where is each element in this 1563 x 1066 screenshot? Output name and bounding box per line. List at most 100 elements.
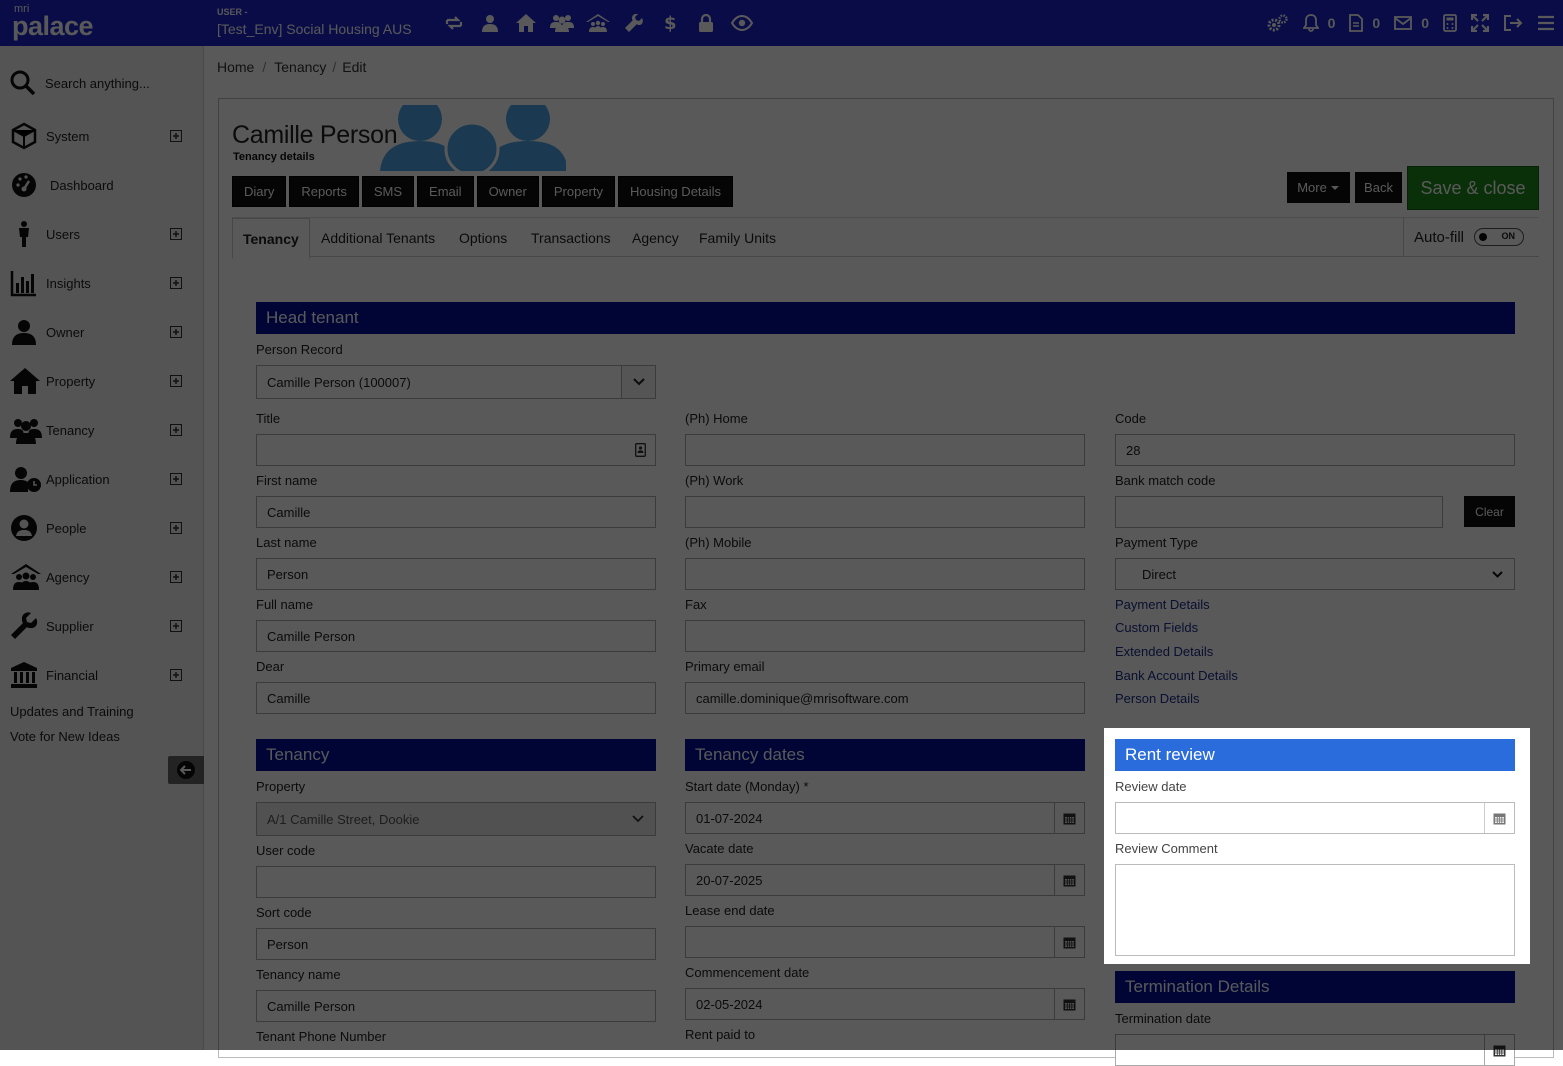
calendar-icon[interactable] <box>1484 1035 1514 1065</box>
tab-family-units[interactable]: Family Units <box>699 218 776 258</box>
person-details-link[interactable]: Person Details <box>1115 691 1200 706</box>
payment-details-link[interactable]: Payment Details <box>1115 597 1210 612</box>
extended-details-link[interactable]: Extended Details <box>1115 644 1213 659</box>
expand-plus-icon[interactable] <box>170 130 182 142</box>
people-group-icon[interactable] <box>544 11 580 35</box>
sidebar-item-system[interactable]: System <box>10 121 190 151</box>
sidebar-item-agency[interactable]: Agency <box>10 562 190 592</box>
custom-fields-link[interactable]: Custom Fields <box>1115 620 1198 635</box>
user-environment[interactable]: USER - [Test_Env] Social Housing AUS <box>217 6 427 40</box>
sidebar-item-tenancy[interactable]: Tenancy <box>10 415 190 445</box>
calculator-icon[interactable] <box>1443 11 1457 35</box>
expand-plus-icon[interactable] <box>170 424 182 436</box>
logout-icon[interactable] <box>1503 11 1523 35</box>
termination-date-input[interactable] <box>1115 1034 1515 1066</box>
expand-plus-icon[interactable] <box>170 473 182 485</box>
settings-gears-icon[interactable] <box>1267 11 1289 35</box>
review-date-input[interactable] <box>1115 802 1515 834</box>
commencement-date-input[interactable]: 02-05-2024 <box>685 988 1085 1020</box>
sms-button[interactable]: SMS <box>361 176 415 207</box>
sidebar-item-people[interactable]: People <box>10 513 190 543</box>
notifications-button[interactable]: 0 <box>1302 11 1335 35</box>
dear-input[interactable]: Camille <box>256 682 656 714</box>
sidebar-item-property[interactable]: Property <box>10 366 190 396</box>
dollar-icon[interactable]: $ <box>652 11 688 35</box>
title-input[interactable] <box>256 434 656 466</box>
expand-plus-icon[interactable] <box>170 277 182 289</box>
expand-plus-icon[interactable] <box>170 571 182 583</box>
code-input[interactable]: 28 <box>1115 434 1515 466</box>
chevron-down-icon[interactable] <box>621 366 655 398</box>
calendar-icon[interactable] <box>1484 803 1514 833</box>
expand-plus-icon[interactable] <box>170 326 182 338</box>
eye-icon[interactable] <box>724 11 760 35</box>
calendar-icon[interactable] <box>1054 865 1084 895</box>
sort-code-input[interactable]: Person <box>256 928 656 960</box>
autofill-toggle[interactable]: ON <box>1474 228 1525 246</box>
ph-work-input[interactable] <box>685 496 1085 528</box>
back-button[interactable]: Back <box>1355 172 1402 203</box>
diary-button[interactable]: Diary <box>232 176 287 207</box>
full-name-input[interactable]: Camille Person <box>256 620 656 652</box>
payment-type-select[interactable]: Direct <box>1115 558 1515 590</box>
agency-icon[interactable] <box>580 11 616 35</box>
calendar-icon[interactable] <box>1054 989 1084 1019</box>
swap-icon[interactable] <box>436 11 472 35</box>
documents-button[interactable]: 0 <box>1349 11 1380 35</box>
first-name-input[interactable]: Camille <box>256 496 656 528</box>
save-close-button[interactable]: Save & close <box>1407 166 1539 210</box>
clear-button[interactable]: Clear <box>1464 496 1515 527</box>
sidebar-item-application[interactable]: Application <box>10 464 190 494</box>
bank-account-details-link[interactable]: Bank Account Details <box>1115 668 1238 683</box>
person-record-select[interactable]: Camille Person (100007) <box>256 365 656 399</box>
breadcrumb-tenancy[interactable]: Tenancy <box>274 59 326 75</box>
wrench-icon[interactable] <box>616 11 652 35</box>
app-logo[interactable]: mri palace <box>12 4 102 42</box>
expand-plus-icon[interactable] <box>170 375 182 387</box>
sidebar-search[interactable]: Search anything... <box>10 70 150 96</box>
expand-plus-icon[interactable] <box>170 228 182 240</box>
fax-input[interactable] <box>685 620 1085 652</box>
email-button[interactable]: Email <box>417 176 474 207</box>
vote-ideas-link[interactable]: Vote for New Ideas <box>10 729 120 744</box>
calendar-icon[interactable] <box>1054 927 1084 957</box>
more-dropdown-button[interactable]: More <box>1287 172 1350 203</box>
breadcrumb-home[interactable]: Home <box>217 59 254 75</box>
contact-card-icon[interactable] <box>625 443 655 457</box>
user-code-input[interactable] <box>256 866 656 898</box>
home-icon[interactable] <box>508 11 544 35</box>
calendar-icon[interactable] <box>1054 803 1084 833</box>
primary-email-input[interactable]: camille.dominique@mrisoftware.com <box>685 682 1085 714</box>
vacate-date-input[interactable]: 20-07-2025 <box>685 864 1085 896</box>
messages-button[interactable]: 0 <box>1394 11 1429 35</box>
sidebar-item-supplier[interactable]: Supplier <box>10 611 190 641</box>
expand-icon[interactable] <box>1471 11 1489 35</box>
tab-options[interactable]: Options <box>459 218 507 258</box>
expand-plus-icon[interactable] <box>170 522 182 534</box>
updates-training-link[interactable]: Updates and Training <box>10 704 134 719</box>
property-button[interactable]: Property <box>541 176 615 207</box>
sidebar-item-owner[interactable]: Owner <box>10 317 190 347</box>
ph-mobile-input[interactable] <box>685 558 1085 590</box>
sidebar-item-insights[interactable]: Insights <box>10 268 190 298</box>
collapse-sidebar-button[interactable] <box>168 756 204 784</box>
sidebar-item-financial[interactable]: Financial <box>10 660 190 690</box>
review-comment-textarea[interactable] <box>1115 864 1515 956</box>
bank-match-code-input[interactable] <box>1115 496 1443 528</box>
lock-icon[interactable] <box>688 11 724 35</box>
expand-plus-icon[interactable] <box>170 669 182 681</box>
sidebar-item-dashboard[interactable]: Dashboard <box>10 170 190 200</box>
property-select[interactable]: A/1 Camille Street, Dookie <box>256 802 656 836</box>
reports-button[interactable]: Reports <box>289 176 359 207</box>
tab-tenancy[interactable]: Tenancy <box>232 218 310 259</box>
owner-button[interactable]: Owner <box>476 176 539 207</box>
last-name-input[interactable]: Person <box>256 558 656 590</box>
person-icon[interactable] <box>472 11 508 35</box>
tab-additional-tenants[interactable]: Additional Tenants <box>321 218 435 258</box>
tenancy-name-input[interactable]: Camille Person <box>256 990 656 1022</box>
hamburger-menu-icon[interactable] <box>1537 11 1555 35</box>
start-date-input[interactable]: 01-07-2024 <box>685 802 1085 834</box>
lease-end-date-input[interactable] <box>685 926 1085 958</box>
housing-details-button[interactable]: Housing Details <box>618 176 734 207</box>
expand-plus-icon[interactable] <box>170 620 182 632</box>
